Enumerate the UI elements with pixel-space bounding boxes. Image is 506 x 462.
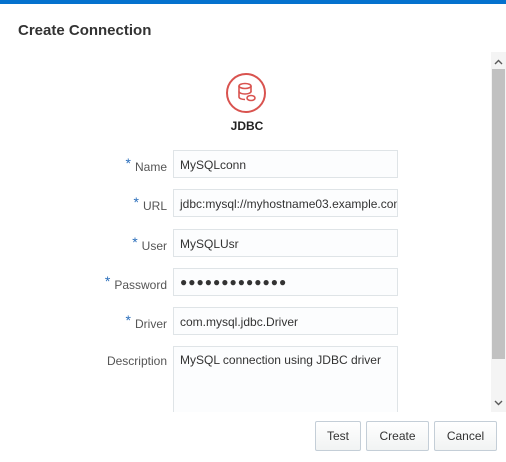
cancel-button[interactable]: Cancel [434, 421, 497, 451]
description-label: Description [106, 354, 167, 368]
driver-label: * Driver [125, 312, 167, 331]
dialog-accent-bar [0, 0, 506, 4]
dialog-title: Create Connection [18, 22, 152, 39]
password-row: * Password ●●●●●●●●●●●●● [0, 268, 490, 298]
required-marker: * [133, 194, 139, 210]
password-label: * Password [104, 273, 167, 292]
user-row: * User MySQLUsr [0, 229, 490, 259]
connection-type-label: JDBC [230, 119, 264, 133]
description-field[interactable]: MySQL connection using JDBC driver [173, 346, 398, 412]
url-field[interactable]: jdbc:mysql://myhostname03.example.com:33… [173, 189, 398, 217]
chevron-down-icon[interactable] [491, 395, 506, 410]
password-field[interactable]: ●●●●●●●●●●●●● [173, 268, 398, 296]
url-row: * URL jdbc:mysql://myhostname03.example.c… [0, 189, 490, 219]
create-button[interactable]: Create [366, 421, 429, 451]
database-icon [226, 73, 266, 113]
name-field[interactable]: MySQLconn [173, 150, 398, 178]
test-button[interactable]: Test [315, 421, 361, 451]
name-row: * Name MySQLconn [0, 150, 490, 180]
scrollbar-thumb[interactable] [492, 69, 505, 359]
user-label: * User [132, 234, 167, 253]
create-connection-dialog: Create Connection JDBC * Name MySQLconn *… [0, 0, 506, 462]
description-row: Description MySQL connection using JDBC … [0, 346, 490, 412]
url-label: * URL [133, 194, 167, 213]
chevron-up-icon[interactable] [491, 54, 506, 69]
required-marker: * [132, 234, 138, 250]
required-marker: * [125, 155, 131, 171]
name-label: * Name [125, 155, 167, 174]
required-marker: * [104, 273, 111, 289]
form-scroll-region: JDBC * Name MySQLconn * URL jdbc:mysql://m… [0, 52, 490, 412]
driver-row: * Driver com.mysql.jdbc.Driver [0, 307, 490, 337]
required-marker: * [125, 312, 131, 328]
vertical-scrollbar[interactable] [491, 52, 506, 412]
user-field[interactable]: MySQLUsr [173, 229, 398, 257]
driver-field[interactable]: com.mysql.jdbc.Driver [173, 307, 398, 335]
